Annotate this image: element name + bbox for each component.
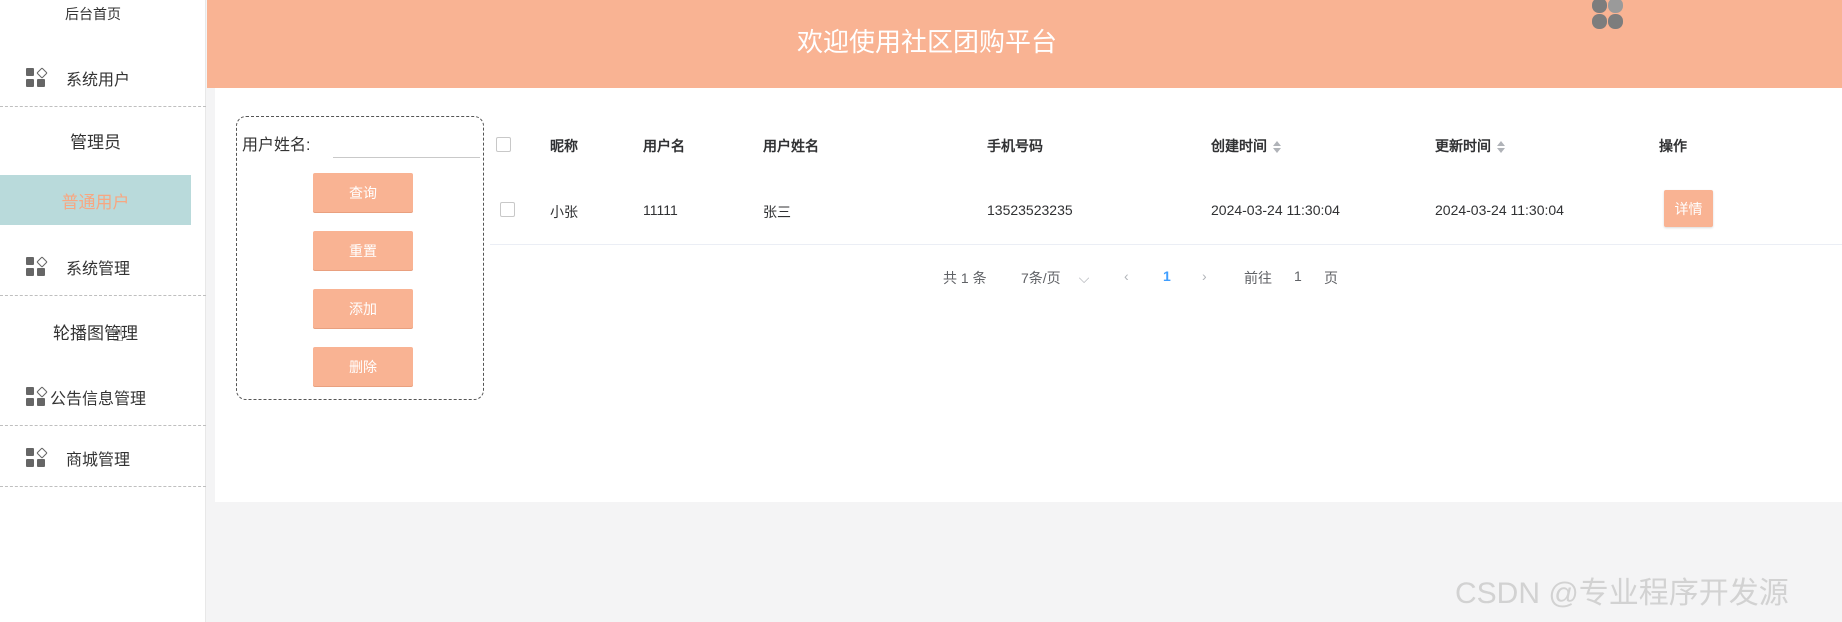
column-header: 手机号码 [987, 138, 1043, 154]
table-header: 昵称 用户名 用户姓名 手机号码 创建时间 更新时间 操作 [490, 132, 1842, 158]
sidebar-group-label: 商城管理 [66, 451, 131, 469]
cell-realname: 张三 [763, 204, 791, 220]
sidebar-item-admin[interactable]: 管理员 [0, 115, 191, 165]
cell-updated: 2024-03-24 11:30:04 [1435, 202, 1564, 218]
search-form: 用户姓名: 查询 重置 添加 删除 [236, 116, 484, 400]
cell-phone: 13523523235 [987, 202, 1073, 218]
sidebar-group-label: 系统管理 [66, 260, 131, 278]
table-row: 小张 11111 张三 13523523235 2024-03-24 11:30… [490, 186, 1842, 245]
pagination-total: 共 1 条 [943, 270, 987, 286]
sidebar-item-carousel[interactable]: 轮播图管理 [0, 306, 191, 356]
add-button[interactable]: 添加 [313, 289, 413, 328]
search-label: 用户姓名: [242, 137, 311, 154]
delete-button[interactable]: 删除 [313, 347, 413, 386]
column-header-label: 创建时间 [1211, 138, 1267, 154]
sort-icon[interactable] [1273, 140, 1281, 154]
top-header: 欢迎使用社区团购平台 [207, 0, 1842, 88]
query-button[interactable]: 查询 [313, 173, 413, 212]
sidebar-group-system-users[interactable]: 系统用户 [0, 49, 206, 107]
sidebar-group-system-management[interactable]: 系统管理 [0, 238, 206, 296]
grid-icon [26, 446, 48, 468]
column-header: 用户姓名 [763, 138, 819, 154]
sidebar-item-home[interactable]: 后台首页 [0, 4, 186, 24]
detail-button[interactable]: 详情 [1664, 190, 1713, 227]
column-header-sortable[interactable]: 更新时间 [1435, 136, 1505, 156]
sidebar: 后台首页 系统用户 管理员 普通用户 系统管理 轮播图管理 ☝ 公告信息管理 商… [0, 0, 206, 622]
sort-icon[interactable] [1497, 140, 1505, 154]
goto-label: 前往 [1244, 270, 1272, 286]
column-header: 操作 [1659, 138, 1687, 154]
user-avatar-icon[interactable] [1590, 0, 1626, 30]
chevron-down-icon: ⌵ [1078, 270, 1090, 286]
cell-username: 11111 [643, 202, 678, 218]
column-header-sortable[interactable]: 创建时间 [1211, 136, 1281, 156]
grid-icon [26, 255, 48, 277]
grid-icon [26, 385, 48, 407]
column-header-label: 更新时间 [1435, 138, 1491, 154]
grid-icon [26, 66, 48, 88]
page-size-value: 7条/页 [1021, 270, 1061, 286]
sidebar-group-mall[interactable]: 商城管理 [0, 429, 206, 487]
goto-input[interactable]: 1 [1294, 268, 1302, 284]
column-header: 用户名 [643, 138, 685, 154]
page-title: 欢迎使用社区团购平台 [796, 27, 1057, 57]
reset-button[interactable]: 重置 [313, 231, 413, 270]
search-input[interactable] [333, 131, 480, 158]
goto-suffix: 页 [1324, 270, 1338, 286]
hand-cursor-icon: ☝ [112, 324, 125, 346]
page-number-current[interactable]: 1 [1163, 268, 1171, 284]
row-checkbox[interactable] [500, 202, 515, 217]
prev-page-icon[interactable]: ‹ [1124, 268, 1129, 284]
column-header: 昵称 [550, 138, 578, 154]
next-page-icon[interactable]: › [1202, 268, 1207, 284]
cell-nickname: 小张 [550, 204, 578, 220]
watermark: CSDN @专业程序开发源 [1455, 577, 1789, 610]
select-all-checkbox[interactable] [496, 137, 511, 152]
page-size-select[interactable]: 7条/页 ⌵ [1021, 268, 1089, 288]
sidebar-group-label: 系统用户 [66, 71, 131, 89]
cell-created: 2024-03-24 11:30:04 [1211, 202, 1340, 218]
sidebar-group-label: 公告信息管理 [50, 390, 147, 408]
sidebar-group-announcement[interactable]: 公告信息管理 [0, 368, 206, 426]
sidebar-item-normal-user[interactable]: 普通用户 [0, 175, 191, 225]
